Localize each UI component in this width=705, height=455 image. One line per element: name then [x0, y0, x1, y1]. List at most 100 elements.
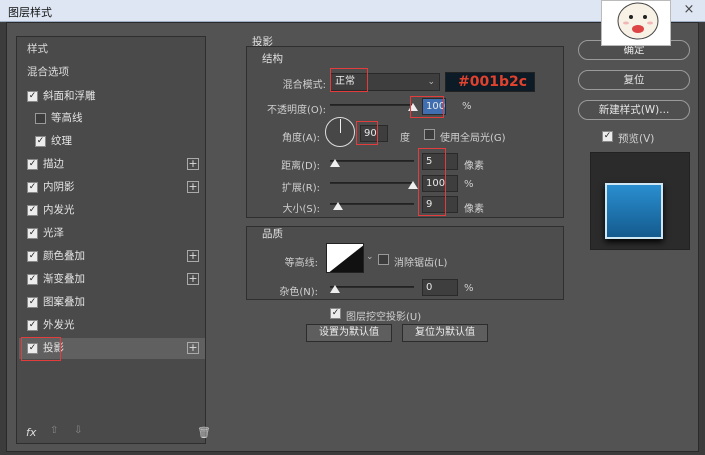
noise-slider-track[interactable] — [330, 286, 414, 288]
style-list-label: 等高线 — [51, 112, 83, 124]
style-checkbox[interactable]: ✓ — [27, 251, 38, 262]
contour-label: 等高线: — [284, 258, 318, 269]
spread-label: 扩展(R): — [281, 183, 320, 194]
add-effect-icon[interactable]: + — [187, 273, 199, 285]
add-effect-icon[interactable]: + — [187, 158, 199, 170]
style-list-item[interactable]: ✓ 光泽 — [19, 223, 205, 244]
contour-chevron-icon[interactable]: ⌄ — [366, 252, 374, 262]
add-effect-icon[interactable]: + — [187, 181, 199, 193]
reset-button[interactable]: 复位 — [578, 70, 690, 90]
distance-slider-handle[interactable] — [330, 159, 340, 167]
move-up-icon[interactable]: ⇧ — [50, 425, 58, 436]
size-slider-handle[interactable] — [333, 202, 343, 210]
style-checkbox[interactable]: ✓ — [27, 274, 38, 285]
highlight-drop-shadow-item — [21, 337, 61, 361]
style-checkbox[interactable] — [35, 113, 46, 124]
angle-dial-needle — [340, 119, 341, 133]
style-list-item[interactable]: 等高线 — [19, 108, 205, 129]
style-list-label: 斜面和浮雕 — [43, 90, 96, 102]
preview-label: 预览(V) — [618, 133, 655, 145]
structure-title: 结构 — [262, 53, 283, 65]
style-list-item[interactable]: ✓ 描边 + — [19, 154, 205, 175]
style-list-item[interactable]: ✓ 内发光 — [19, 200, 205, 221]
style-checkbox[interactable]: ✓ — [35, 136, 46, 147]
style-list-label: 样式 — [27, 43, 48, 55]
style-list-label: 描边 — [43, 158, 64, 170]
set-default-button[interactable]: 设置为默认值 — [306, 324, 392, 342]
highlight-angle — [356, 121, 378, 145]
distance-label: 距离(D): — [281, 161, 320, 172]
preview-swatch — [605, 183, 663, 239]
move-down-icon[interactable]: ⇩ — [74, 425, 82, 436]
contour-preview[interactable] — [326, 243, 364, 273]
style-list-label: 渐变叠加 — [43, 273, 85, 285]
style-list-item[interactable]: ✓ 斜面和浮雕 — [19, 86, 205, 107]
size-unit: 像素 — [464, 204, 484, 215]
chevron-down-icon: ⌄ — [427, 77, 435, 87]
knockout-label: 图层挖空投影(U) — [346, 312, 422, 323]
style-list-item[interactable]: 混合选项 — [19, 62, 205, 83]
trash-icon[interactable]: 🗑 — [197, 426, 211, 439]
noise-label: 杂色(N): — [279, 287, 318, 298]
style-checkbox[interactable]: ✓ — [27, 320, 38, 331]
style-list-item[interactable]: ✓ 纹理 — [19, 131, 205, 152]
style-checkbox[interactable]: ✓ — [27, 297, 38, 308]
preview-area — [590, 152, 690, 250]
style-checkbox[interactable]: ✓ — [27, 228, 38, 239]
style-list-label: 图案叠加 — [43, 296, 85, 308]
reset-default-button[interactable]: 复位为默认值 — [402, 324, 488, 342]
quality-title: 品质 — [262, 228, 283, 240]
style-list-label: 外发光 — [43, 319, 75, 331]
size-label: 大小(S): — [282, 204, 320, 215]
spread-slider-handle[interactable] — [408, 181, 418, 189]
style-list-item[interactable]: ✓ 渐变叠加 + — [19, 269, 205, 290]
opacity-unit: % — [462, 101, 472, 112]
close-icon[interactable]: × — [681, 3, 697, 17]
antialias-checkbox[interactable] — [378, 254, 389, 265]
fx-icon[interactable]: fx — [26, 426, 36, 439]
add-effect-icon[interactable]: + — [187, 342, 199, 354]
global-light-label: 使用全局光(G) — [440, 133, 506, 144]
style-list-item: 样式 — [19, 39, 205, 60]
highlight-blend-mode — [330, 68, 368, 92]
preview-checkbox[interactable]: ✓ — [602, 131, 613, 142]
style-checkbox[interactable]: ✓ — [27, 182, 38, 193]
title-bar: 图层样式 × — [0, 0, 705, 22]
highlight-distance-spread-size — [418, 148, 446, 216]
style-list-label: 混合选项 — [27, 66, 69, 78]
distance-slider-track[interactable] — [330, 160, 414, 162]
spread-slider-track[interactable] — [330, 182, 414, 184]
opacity-label: 不透明度(O): — [266, 105, 326, 116]
shadow-color-swatch[interactable]: #001b2c — [445, 72, 535, 92]
spread-unit: % — [464, 179, 474, 190]
global-light-checkbox[interactable] — [424, 129, 435, 140]
add-effect-icon[interactable]: + — [187, 250, 199, 262]
style-list-label: 光泽 — [43, 227, 64, 239]
style-checkbox[interactable]: ✓ — [27, 159, 38, 170]
angle-unit: 度 — [400, 133, 410, 144]
style-list-label: 内发光 — [43, 204, 75, 216]
highlight-opacity — [410, 96, 444, 118]
style-list-item[interactable]: ✓ 图案叠加 — [19, 292, 205, 313]
angle-dial[interactable] — [325, 117, 355, 147]
style-checkbox[interactable]: ✓ — [27, 205, 38, 216]
antialias-label: 消除锯齿(L) — [394, 258, 448, 269]
angle-label: 角度(A): — [281, 133, 320, 144]
noise-unit: % — [464, 283, 474, 294]
blend-mode-label: 混合模式: — [282, 80, 326, 91]
knockout-checkbox[interactable]: ✓ — [330, 308, 341, 319]
style-list-item[interactable]: ✓ 颜色叠加 + — [19, 246, 205, 267]
style-list-label: 内阴影 — [43, 181, 75, 193]
style-list-label: 颜色叠加 — [43, 250, 85, 262]
new-style-button[interactable]: 新建样式(W)... — [578, 100, 690, 120]
style-checkbox[interactable]: ✓ — [27, 91, 38, 102]
distance-unit: 像素 — [464, 161, 484, 172]
noise-input[interactable]: 0 — [422, 279, 458, 296]
noise-slider-handle[interactable] — [330, 285, 340, 293]
style-list-label: 纹理 — [51, 135, 72, 147]
sticker-face-image — [601, 0, 671, 46]
face-drawing — [617, 2, 659, 40]
opacity-slider-track[interactable] — [330, 104, 414, 106]
style-list-item[interactable]: ✓ 外发光 — [19, 315, 205, 336]
style-list-item[interactable]: ✓ 内阴影 + — [19, 177, 205, 198]
